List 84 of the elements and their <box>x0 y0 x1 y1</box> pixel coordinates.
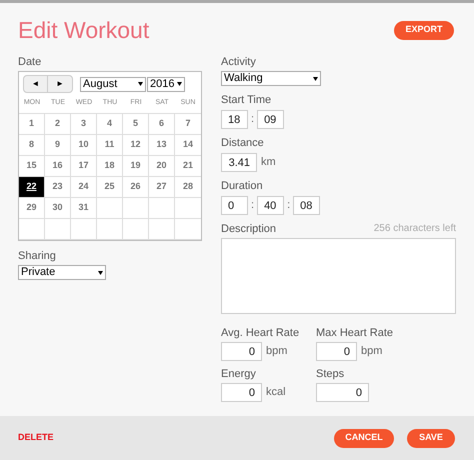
input-field[interactable]: 18 <box>221 110 248 129</box>
description-field[interactable] <box>221 238 456 314</box>
calendar-day[interactable]: 26 <box>123 177 149 198</box>
caret-icon <box>177 82 182 86</box>
calendar-day[interactable]: 23 <box>45 177 71 198</box>
cancel-button[interactable]: CANCEL <box>334 428 394 448</box>
field-label: Start Time <box>221 93 272 107</box>
field-label: Max Heart Rate <box>316 326 394 340</box>
previous-month-button[interactable]: ◄ <box>24 76 48 92</box>
empty-day-cell <box>123 198 149 219</box>
input-field[interactable]: 0 <box>221 383 262 402</box>
character-counter: 256 characters left <box>374 222 456 236</box>
calendar-day[interactable]: 1 <box>19 114 45 135</box>
page-title: Edit Workout <box>18 16 150 45</box>
empty-day-cell <box>19 219 45 240</box>
calendar-day[interactable]: 29 <box>19 198 45 219</box>
input-field[interactable]: 40 <box>257 196 284 215</box>
calendar-day[interactable]: 21 <box>175 156 201 177</box>
export-button[interactable]: EXPORT <box>394 20 454 40</box>
dropdown[interactable]: 2016 <box>147 76 185 92</box>
empty-day-cell <box>71 219 97 240</box>
calendar-day[interactable]: 5 <box>123 114 149 135</box>
separator: : <box>287 198 290 214</box>
calendar-day[interactable]: 11 <box>97 135 123 156</box>
field-label: Sharing <box>18 249 57 263</box>
unit-label: kcal <box>266 385 286 400</box>
calendar-day[interactable]: 12 <box>123 135 149 156</box>
dropdown[interactable]: Private <box>18 265 106 280</box>
caret-icon <box>138 82 143 86</box>
input-field[interactable]: 0 <box>221 196 248 215</box>
separator: : <box>251 112 254 128</box>
calendar-day[interactable]: 10 <box>71 135 97 156</box>
calendar-day[interactable]: 4 <box>97 114 123 135</box>
input-field[interactable]: 0 <box>316 342 357 361</box>
empty-day-cell <box>149 219 175 240</box>
calendar-day[interactable]: 3 <box>71 114 97 135</box>
field-label: Date <box>18 55 42 69</box>
calendar-day[interactable]: 7 <box>175 114 201 135</box>
calendar-day[interactable]: 14 <box>175 135 201 156</box>
calendar-day[interactable]: 28 <box>175 177 201 198</box>
calendar-day[interactable]: 18 <box>97 156 123 177</box>
field-label: Distance <box>221 136 265 150</box>
empty-day-cell <box>149 198 175 219</box>
next-month-button[interactable]: ► <box>48 76 72 92</box>
calendar-day[interactable]: 9 <box>45 135 71 156</box>
input-field[interactable]: 0 <box>316 383 369 402</box>
input-field[interactable]: 3.41 <box>221 153 257 172</box>
calendar-day[interactable]: 19 <box>123 156 149 177</box>
dropdown[interactable]: Walking <box>221 71 321 86</box>
unit-label: km <box>261 155 276 170</box>
calendar-day[interactable]: 30 <box>45 198 71 219</box>
calendar-day[interactable]: 6 <box>149 114 175 135</box>
field-label: Steps <box>316 367 346 381</box>
unit-label: bpm <box>361 344 382 360</box>
field-label: Energy <box>221 367 257 381</box>
save-button[interactable]: SAVE <box>407 428 455 448</box>
empty-day-cell <box>123 219 149 240</box>
caret-icon <box>313 76 318 80</box>
calendar-day[interactable]: 17 <box>71 156 97 177</box>
empty-day-cell <box>97 198 123 219</box>
input-field[interactable]: 09 <box>257 110 284 129</box>
input-field[interactable]: 0 <box>221 342 262 361</box>
field-label: Description <box>221 222 276 236</box>
calendar-day[interactable]: 25 <box>97 177 123 198</box>
delete-link[interactable]: DELETE <box>18 431 54 445</box>
calendar-day[interactable]: 8 <box>19 135 45 156</box>
separator: : <box>251 198 254 214</box>
caret-icon <box>98 270 103 274</box>
empty-day-cell <box>97 219 123 240</box>
calendar-day[interactable]: 16 <box>45 156 71 177</box>
calendar-day[interactable]: 22 <box>19 177 45 198</box>
calendar-day[interactable]: 20 <box>149 156 175 177</box>
field-label: Avg. Heart Rate <box>221 326 300 340</box>
unit-label: bpm <box>266 344 288 360</box>
calendar-day[interactable]: 31 <box>71 198 97 219</box>
field-label: Activity <box>221 55 257 69</box>
input-field[interactable]: 08 <box>293 196 320 215</box>
calendar-day[interactable]: 27 <box>149 177 175 198</box>
field-label: Duration <box>221 179 264 193</box>
calendar-day[interactable]: 13 <box>149 135 175 156</box>
empty-day-cell <box>45 219 71 240</box>
dropdown[interactable]: August <box>80 76 146 92</box>
calendar-day[interactable]: 24 <box>71 177 97 198</box>
calendar-day[interactable]: 2 <box>45 114 71 135</box>
